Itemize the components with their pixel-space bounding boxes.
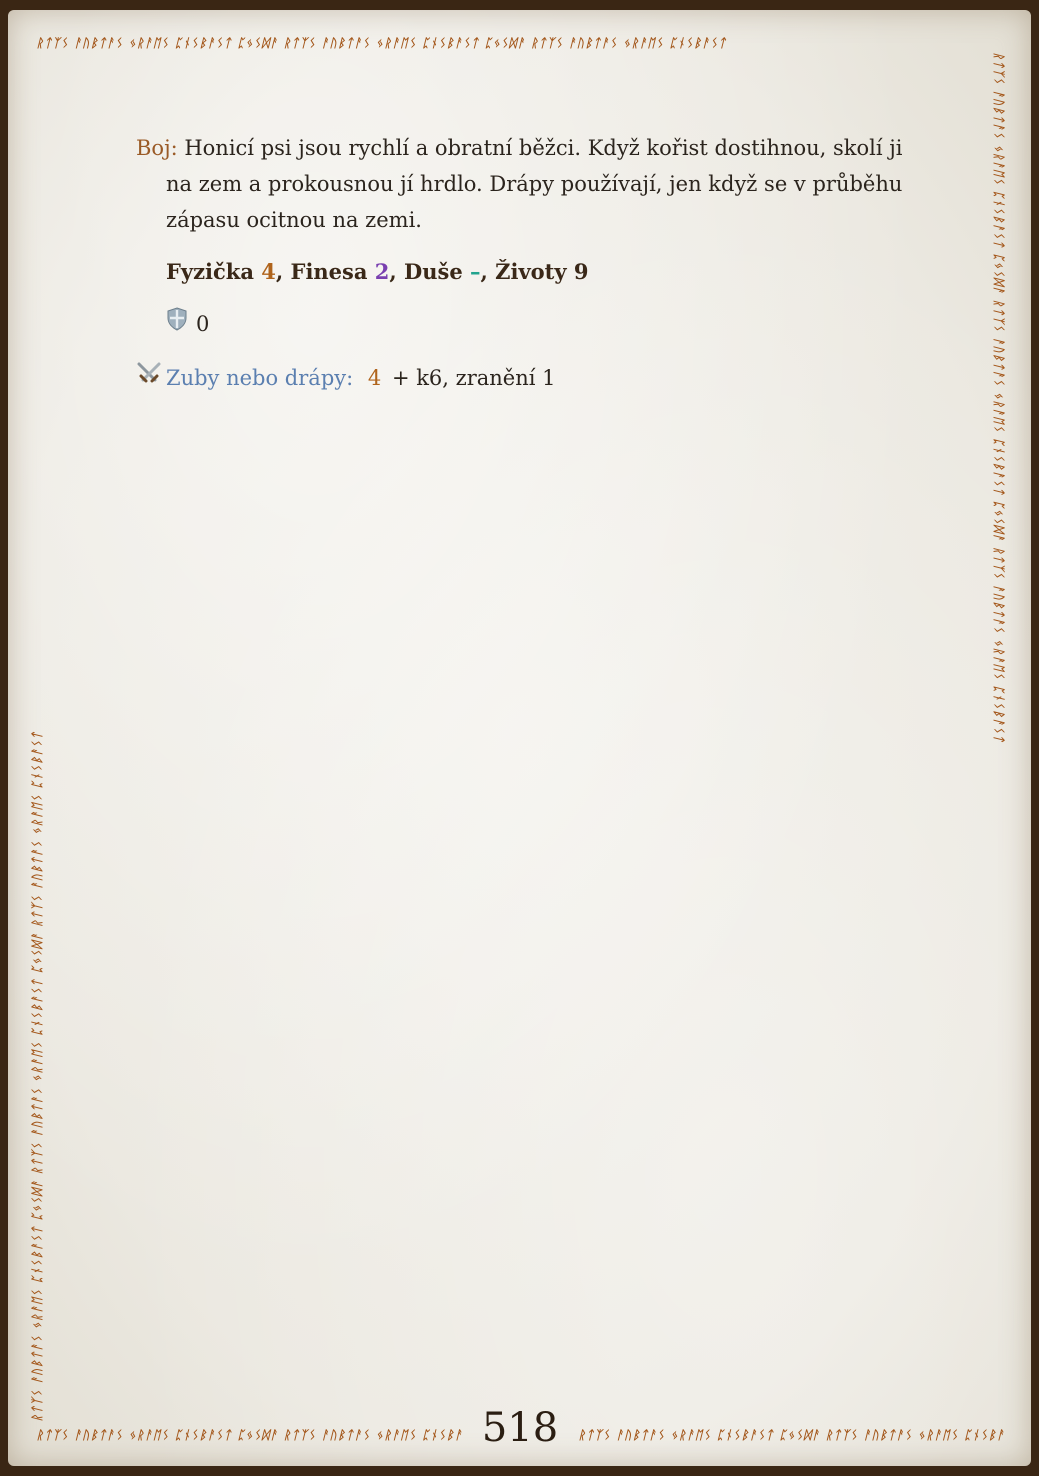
stats-line: Fyzička 4, Finesa 2, Duše –, Životy 9 bbox=[166, 254, 916, 290]
stats-separator: , bbox=[275, 259, 291, 284]
soul-label: Duše bbox=[404, 259, 471, 284]
physique-value: 4 bbox=[261, 259, 276, 284]
stats-separator: , bbox=[480, 259, 496, 284]
soul-value: – bbox=[470, 259, 481, 284]
page-number: 518 bbox=[481, 1405, 559, 1451]
combat-text: Honicí psi jsou rychlí a obratní běžci. … bbox=[166, 136, 903, 232]
rune-border-right: ᚱᛏᛉᛊ ᚨᚢᛒᛏᚨᛊ ᛃᚱᚨᛖᛊ ᛈᚾᛊᛒᚨᛊᛏ ᛈᛃᛊᛞᚨ ᚱᛏᛉᛊ ᚨᚢᛒ… bbox=[992, 52, 1006, 743]
finesse-label: Finesa bbox=[290, 259, 375, 284]
crossed-swords-icon bbox=[136, 360, 162, 396]
rune-border-left: ᚱᛏᛉᛊ ᚨᚢᛒᛏᚨᛊ ᛃᚱᚨᛖᛊ ᛈᚾᛊᛒᚨᛊᛏ ᛈᛃᛊᛞᚨ ᚱᛏᛉᛊ ᚨᚢᛒ… bbox=[30, 731, 44, 1422]
combat-paragraph: Boj: Honicí psi jsou rychlí a obratní bě… bbox=[136, 130, 916, 238]
rune-border-bottom-right: ᚱᛏᛉᛊ ᚨᚢᛒᛏᚨᛊ ᛃᚱᚨᛖᛊ ᛈᚾᛊᛒᚨᛊᛏ ᛈᛃᛊᛞᚨ ᚱᛏᛉᛊ ᚨᚢᛒ… bbox=[578, 1428, 1004, 1442]
attack-name: Zuby nebo drápy: bbox=[166, 366, 354, 390]
rune-border-bottom-left: ᚱᛏᛉᛊ ᚨᚢᛒᛏᚨᛊ ᛃᚱᚨᛖᛊ ᛈᚾᛊᛒᚨᛊᛏ ᛈᛃᛊᛞᚨ ᚱᛏᛉᛊ ᚨᚢᛒ… bbox=[36, 1428, 462, 1442]
physique-label: Fyzička bbox=[166, 259, 262, 284]
rune-border-top: ᚱᛏᛉᛊ ᚨᚢᛒᛏᚨᛊ ᛃᚱᚨᛖᛊ ᛈᚾᛊᛒᚨᛊᛏ ᛈᛃᛊᛞᚨ ᚱᛏᛉᛊ ᚨᚢᛒ… bbox=[36, 36, 727, 50]
combat-label: Boj: bbox=[136, 136, 178, 160]
attack-bonus: 4 bbox=[367, 366, 382, 390]
armor-line: 0 bbox=[166, 306, 916, 342]
hp-label: Životy 9 bbox=[495, 259, 589, 284]
shield-icon bbox=[166, 306, 188, 342]
attack-line: Zuby nebo drápy: 4 + k6, zranění 1 bbox=[136, 360, 916, 396]
creature-entry: Boj: Honicí psi jsou rychlí a obratní bě… bbox=[136, 130, 916, 396]
finesse-value: 2 bbox=[374, 259, 390, 284]
attack-damage: + k6, zranění 1 bbox=[385, 366, 556, 390]
armor-value: 0 bbox=[196, 312, 210, 336]
stats-separator: , bbox=[389, 259, 405, 284]
